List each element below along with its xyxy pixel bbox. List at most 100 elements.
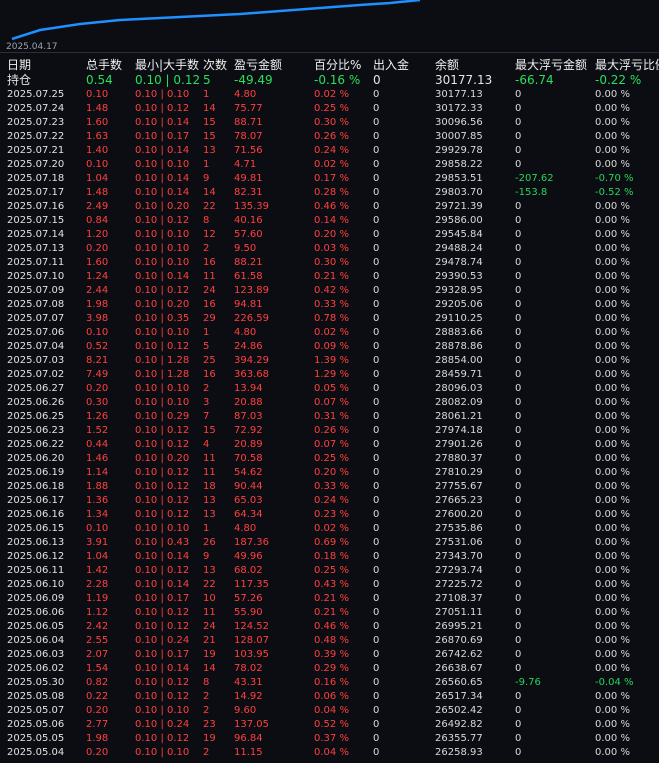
cell-balance: 28082.09	[435, 397, 483, 408]
table-row[interactable]: 2025.06.27 0.20 0.10 | 0.10 2 13.94 0.05 % 0 28…	[0, 382, 659, 396]
cell-max-float-loss: 0	[515, 299, 522, 310]
table-row[interactable]: 2025.07.06 0.10 0.10 | 0.10 1 4.80 0.02 % 0 288…	[0, 326, 659, 340]
cell-percent: 0.06 %	[314, 691, 349, 702]
table-row[interactable]: 2025.07.24 1.48 0.10 | 0.12 14 75.77 0.25 % 0 3…	[0, 102, 659, 116]
table-row[interactable]: 2025.06.03 2.07 0.10 | 0.17 19 103.95 0.39 % 0…	[0, 648, 659, 662]
table-row[interactable]: 2025.07.21 1.40 0.10 | 0.14 13 71.56 0.24 % 0 2…	[0, 144, 659, 158]
table-row[interactable]: 2025.06.04 2.55 0.10 | 0.24 21 128.07 0.48 % 0…	[0, 634, 659, 648]
cell-max-float-ratio: 0.00 %	[595, 663, 630, 674]
cell-balance: 30177.13	[435, 89, 483, 100]
table-row[interactable]: 2025.06.05 2.42 0.10 | 0.12 24 124.52 0.46 % 0…	[0, 620, 659, 634]
col-header-total-lots[interactable]: 总手数	[86, 56, 135, 73]
table-row[interactable]: 2025.07.08 1.98 0.10 | 0.20 16 94.81 0.33 % 0 2…	[0, 298, 659, 312]
cell-max-float-ratio: 0.00 %	[595, 397, 630, 408]
col-header-pnl[interactable]: 盈亏金额	[234, 56, 314, 73]
cell-io: 0	[373, 383, 380, 394]
table-row[interactable]: 2025.06.13 3.91 0.10 | 0.43 26 187.36 0.69 % 0…	[0, 536, 659, 550]
table-row[interactable]: 2025.07.04 0.52 0.10 | 0.12 5 24.86 0.09 % 0 28…	[0, 340, 659, 354]
cell-balance: 29586.00	[435, 215, 483, 226]
cell-date: 2025.06.25	[7, 411, 65, 422]
table-row[interactable]: 2025.07.07 3.98 0.10 | 0.35 29 226.59 0.78 % 0…	[0, 312, 659, 326]
cell-count: 21	[203, 635, 216, 646]
table-row[interactable]: 2025.06.17 1.36 0.10 | 0.12 13 65.03 0.24 % 0 2…	[0, 494, 659, 508]
table-row[interactable]: 2025.07.18 1.04 0.10 | 0.14 9 49.81 0.17 % 0 29…	[0, 172, 659, 186]
table-row[interactable]: 2025.06.25 1.26 0.10 | 0.29 7 87.03 0.31 % 0 28…	[0, 410, 659, 424]
table-row[interactable]: 2025.07.13 0.20 0.10 | 0.10 2 9.50 0.03 % 0 294…	[0, 242, 659, 256]
cell-max-float-ratio: 0.00 %	[595, 593, 630, 604]
table-row[interactable]: 2025.06.18 1.88 0.10 | 0.12 18 90.44 0.33 % 0 2…	[0, 480, 659, 494]
table-row[interactable]: 2025.06.06 1.12 0.10 | 0.12 11 55.90 0.21 % 0 2…	[0, 606, 659, 620]
cell-io: 0	[373, 89, 380, 100]
cell-pnl: 123.89	[234, 285, 269, 296]
cell-count: 8	[203, 215, 210, 226]
col-header-min-max-lots[interactable]: 最小|大手数	[135, 56, 203, 73]
table-row[interactable]: 2025.07.10 1.24 0.10 | 0.14 11 61.58 0.21 % 0 2…	[0, 270, 659, 284]
cell-balance: 27880.37	[435, 453, 483, 464]
cell-min-max-lots: 0.10 | 0.14	[135, 187, 190, 198]
cell-date: 2025.07.04	[7, 341, 65, 352]
table-row[interactable]: 2025.05.05 1.98 0.10 | 0.12 19 96.84 0.37 % 0 2…	[0, 732, 659, 746]
col-header-max-float-ratio[interactable]: 最大浮亏比例	[595, 56, 659, 73]
cell-max-float-ratio: 0.00 %	[595, 327, 630, 338]
table-row[interactable]: 2025.06.02 1.54 0.10 | 0.14 14 78.02 0.29 % 0 2…	[0, 662, 659, 676]
table-row[interactable]: 2025.07.20 0.10 0.10 | 0.10 1 4.71 0.02 % 0 298…	[0, 158, 659, 172]
daily-stats-table-wrap[interactable]: 日期 总手数 最小|大手数 次数 盈亏金额 百分比% 出入金 余额 最大浮亏金额…	[0, 56, 659, 760]
cell-balance: 29110.25	[435, 313, 483, 324]
table-row[interactable]: 2025.07.22 1.63 0.10 | 0.17 15 78.07 0.26 % 0 3…	[0, 130, 659, 144]
col-header-count[interactable]: 次数	[203, 56, 234, 73]
table-row[interactable]: 2025.06.22 0.44 0.10 | 0.12 4 20.89 0.07 % 0 27…	[0, 438, 659, 452]
cell-total-lots: 7.49	[86, 369, 109, 380]
cell-max-float-ratio: 0.00 %	[595, 495, 630, 506]
cell-count: 15	[203, 425, 216, 436]
col-header-deposit-withdraw[interactable]: 出入金	[373, 56, 435, 73]
table-row[interactable]: 2025.07.03 8.21 0.10 | 1.28 25 394.29 1.39 % 0…	[0, 354, 659, 368]
table-row[interactable]: 2025.06.16 1.34 0.10 | 0.12 13 64.34 0.23 % 0 2…	[0, 508, 659, 522]
table-row[interactable]: 2025.05.04 0.20 0.10 | 0.10 2 11.15 0.04 % 0 26…	[0, 746, 659, 760]
table-row[interactable]: 2025.07.15 0.84 0.10 | 0.12 8 40.16 0.14 % 0 29…	[0, 214, 659, 228]
cell-max-float-ratio: 0.00 %	[595, 243, 630, 254]
table-row[interactable]: 2025.06.23 1.52 0.10 | 0.12 15 72.92 0.26 % 0 2…	[0, 424, 659, 438]
col-header-balance[interactable]: 余额	[435, 56, 515, 73]
cell-percent: 0.30 %	[314, 257, 349, 268]
cell-io: 0	[373, 565, 380, 576]
table-row[interactable]: 2025.07.16 2.49 0.10 | 0.20 22 135.39 0.46 % 0…	[0, 200, 659, 214]
cell-balance: 27225.72	[435, 579, 483, 590]
holding-row[interactable]: 持仓 0.54 0.10 | 0.12 5 -49.49 -0.16 % 0 3…	[0, 73, 659, 88]
cell-min-max-lots: 0.10 | 0.17	[135, 131, 190, 142]
table-row[interactable]: 2025.06.10 2.28 0.10 | 0.14 22 117.35 0.43 % 0…	[0, 578, 659, 592]
table-row[interactable]: 2025.06.20 1.46 0.10 | 0.20 11 70.58 0.25 % 0 2…	[0, 452, 659, 466]
cell-date: 2025.06.19	[7, 467, 65, 478]
col-header-date[interactable]: 日期	[0, 56, 86, 73]
table-row[interactable]: 2025.07.23 1.60 0.10 | 0.14 15 88.71 0.30 % 0 3…	[0, 116, 659, 130]
cell-io: 0	[373, 215, 380, 226]
col-header-max-float-loss[interactable]: 最大浮亏金额	[515, 56, 595, 73]
cell-count: 26	[203, 537, 216, 548]
table-row[interactable]: 2025.06.11 1.42 0.10 | 0.12 13 68.02 0.25 % 0 2…	[0, 564, 659, 578]
table-row[interactable]: 2025.06.15 0.10 0.10 | 0.10 1 4.80 0.02 % 0 275…	[0, 522, 659, 536]
table-row[interactable]: 2025.07.02 7.49 0.10 | 1.28 16 363.68 1.29 % 0…	[0, 368, 659, 382]
cell-count: 12	[203, 229, 216, 240]
table-row[interactable]: 2025.07.09 2.44 0.10 | 0.12 24 123.89 0.42 % 0…	[0, 284, 659, 298]
cell-io: 0	[373, 173, 380, 184]
cell-balance: 26995.21	[435, 621, 483, 632]
table-row[interactable]: 2025.06.12 1.04 0.10 | 0.14 9 49.96 0.18 % 0 27…	[0, 550, 659, 564]
col-header-percent[interactable]: 百分比%	[314, 56, 373, 73]
table-row[interactable]: 2025.05.06 2.77 0.10 | 0.24 23 137.05 0.52 % 0…	[0, 718, 659, 732]
cell-max-float-ratio: 0.00 %	[595, 411, 630, 422]
table-row[interactable]: 2025.06.26 0.30 0.10 | 0.10 3 20.88 0.07 % 0 28…	[0, 396, 659, 410]
table-row[interactable]: 2025.06.19 1.14 0.10 | 0.12 11 54.62 0.20 % 0 2…	[0, 466, 659, 480]
cell-percent: 1.39 %	[314, 355, 349, 366]
cell-count: 16	[203, 299, 216, 310]
table-row[interactable]: 2025.07.14 1.20 0.10 | 0.10 12 57.60 0.20 % 0 2…	[0, 228, 659, 242]
table-row[interactable]: 2025.05.30 0.82 0.10 | 0.12 8 43.31 0.16 % 0 26…	[0, 676, 659, 690]
table-row[interactable]: 2025.06.09 1.19 0.10 | 0.17 10 57.26 0.21 % 0 2…	[0, 592, 659, 606]
cell-min-max-lots: 0.10 | 0.10	[135, 243, 190, 254]
table-row[interactable]: 2025.07.17 1.48 0.10 | 0.14 14 82.31 0.28 % 0 2…	[0, 186, 659, 200]
cell-max-float-ratio: 0.00 %	[595, 89, 630, 100]
table-row[interactable]: 2025.05.07 0.20 0.10 | 0.10 2 9.60 0.04 % 0 265…	[0, 704, 659, 718]
table-row[interactable]: 2025.07.25 0.10 0.10 | 0.10 1 4.80 0.02 % 0 301…	[0, 88, 659, 102]
cell-percent: 0.28 %	[314, 187, 349, 198]
table-row[interactable]: 2025.05.08 0.22 0.10 | 0.12 2 14.92 0.06 % 0 26…	[0, 690, 659, 704]
cell-total-lots: 3.91	[86, 537, 109, 548]
table-row[interactable]: 2025.07.11 1.60 0.10 | 0.10 16 88.21 0.30 % 0 2…	[0, 256, 659, 270]
